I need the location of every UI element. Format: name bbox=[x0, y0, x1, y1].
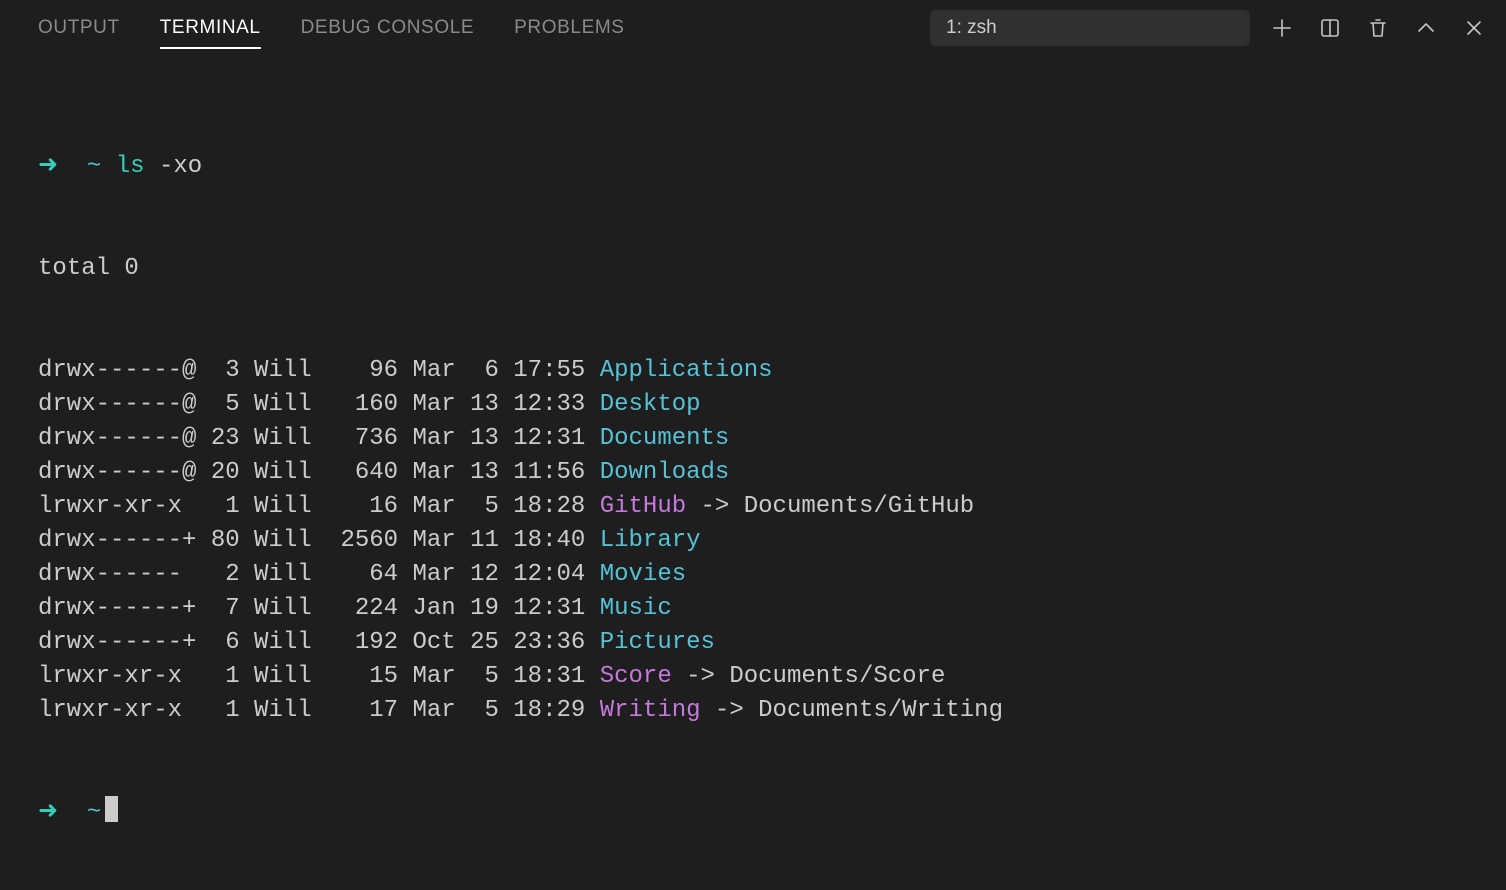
prompt-cwd: ~ bbox=[87, 153, 101, 180]
ls-row-meta: drwx------@ 3 Will 96 Mar 6 17:55 bbox=[38, 357, 600, 384]
prompt-arrow: ➜ bbox=[38, 153, 58, 180]
ls-row-meta: drwx------@ 20 Will 640 Mar 13 11:56 bbox=[38, 459, 600, 486]
new-terminal-button[interactable] bbox=[1270, 16, 1294, 40]
tab-problems[interactable]: PROBLEMS bbox=[514, 7, 624, 49]
tab-output[interactable]: OUTPUT bbox=[38, 7, 120, 49]
prompt-cwd: ~ bbox=[87, 799, 101, 826]
panel-header: OUTPUT TERMINAL DEBUG CONSOLE PROBLEMS 1: z… bbox=[0, 0, 1506, 56]
ls-row-meta: drwx------+ 80 Will 2560 Mar 11 18:40 bbox=[38, 527, 600, 554]
kill-terminal-button[interactable] bbox=[1366, 16, 1390, 40]
tab-debug-console[interactable]: DEBUG CONSOLE bbox=[301, 7, 475, 49]
ls-row-name: GitHub bbox=[600, 493, 686, 520]
ls-row-name: Downloads bbox=[600, 459, 730, 486]
ls-row-name: Score bbox=[600, 663, 672, 690]
symlink-target: Documents/Writing bbox=[758, 697, 1003, 724]
symlink-target: Documents/GitHub bbox=[744, 493, 974, 520]
ls-row: drwx------@ 23 Will 736 Mar 13 12:31 Doc… bbox=[38, 422, 1468, 456]
ls-row-meta: drwx------@ 23 Will 736 Mar 13 12:31 bbox=[38, 425, 600, 452]
terminal-output[interactable]: ➜ ~ ls -xo total 0 drwx------@ 3 Will 96… bbox=[0, 56, 1506, 890]
ls-row: drwx------+ 6 Will 192 Oct 25 23:36 Pict… bbox=[38, 626, 1468, 660]
ls-row-meta: drwx------ 2 Will 64 Mar 12 12:04 bbox=[38, 561, 600, 588]
maximize-panel-button[interactable] bbox=[1414, 16, 1438, 40]
ls-row-meta: lrwxr-xr-x 1 Will 15 Mar 5 18:31 bbox=[38, 663, 600, 690]
ls-row: drwx------@ 20 Will 640 Mar 13 11:56 Dow… bbox=[38, 456, 1468, 490]
ls-row-name: Movies bbox=[600, 561, 686, 588]
ls-row: lrwxr-xr-x 1 Will 15 Mar 5 18:31 Score -… bbox=[38, 660, 1468, 694]
prompt-line-idle: ➜ ~ bbox=[38, 796, 1468, 830]
panel-tabs: OUTPUT TERMINAL DEBUG CONSOLE PROBLEMS bbox=[38, 7, 918, 49]
symlink-arrow: -> bbox=[701, 697, 759, 724]
ls-row-meta: lrwxr-xr-x 1 Will 17 Mar 5 18:29 bbox=[38, 697, 600, 724]
ls-row-name: Documents bbox=[600, 425, 730, 452]
prompt-line: ➜ ~ ls -xo bbox=[38, 150, 1468, 184]
ls-row: drwx------+ 7 Will 224 Jan 19 12:31 Musi… bbox=[38, 592, 1468, 626]
ls-row-meta: drwx------@ 5 Will 160 Mar 13 12:33 bbox=[38, 391, 600, 418]
ls-row-name: Writing bbox=[600, 697, 701, 724]
chevron-down-icon bbox=[1222, 17, 1238, 39]
ls-row: lrwxr-xr-x 1 Will 16 Mar 5 18:28 GitHub … bbox=[38, 490, 1468, 524]
close-panel-button[interactable] bbox=[1462, 16, 1486, 40]
ls-row-name: Desktop bbox=[600, 391, 701, 418]
tab-terminal[interactable]: TERMINAL bbox=[160, 7, 261, 49]
terminal-selector-label: 1: zsh bbox=[946, 17, 1222, 39]
ls-row: drwx------@ 3 Will 96 Mar 6 17:55 Applic… bbox=[38, 354, 1468, 388]
ls-row-meta: drwx------+ 6 Will 192 Oct 25 23:36 bbox=[38, 629, 600, 656]
symlink-arrow: -> bbox=[686, 493, 744, 520]
prompt-arrow: ➜ bbox=[38, 799, 58, 826]
total-line: total 0 bbox=[38, 252, 1468, 286]
prompt-args: -xo bbox=[159, 153, 202, 180]
ls-row-name: Applications bbox=[600, 357, 773, 384]
terminal-actions bbox=[1270, 16, 1486, 40]
ls-row-meta: lrwxr-xr-x 1 Will 16 Mar 5 18:28 bbox=[38, 493, 600, 520]
symlink-arrow: -> bbox=[672, 663, 730, 690]
prompt-command: ls bbox=[116, 153, 145, 180]
ls-row-name: Pictures bbox=[600, 629, 715, 656]
ls-row: drwx------@ 5 Will 160 Mar 13 12:33 Desk… bbox=[38, 388, 1468, 422]
split-terminal-button[interactable] bbox=[1318, 16, 1342, 40]
ls-row: drwx------+ 80 Will 2560 Mar 11 18:40 Li… bbox=[38, 524, 1468, 558]
ls-row: drwx------ 2 Will 64 Mar 12 12:04 Movies bbox=[38, 558, 1468, 592]
ls-row: lrwxr-xr-x 1 Will 17 Mar 5 18:29 Writing… bbox=[38, 694, 1468, 728]
symlink-target: Documents/Score bbox=[729, 663, 945, 690]
terminal-selector[interactable]: 1: zsh bbox=[930, 10, 1250, 46]
ls-row-name: Library bbox=[600, 527, 701, 554]
terminal-cursor bbox=[105, 796, 118, 822]
